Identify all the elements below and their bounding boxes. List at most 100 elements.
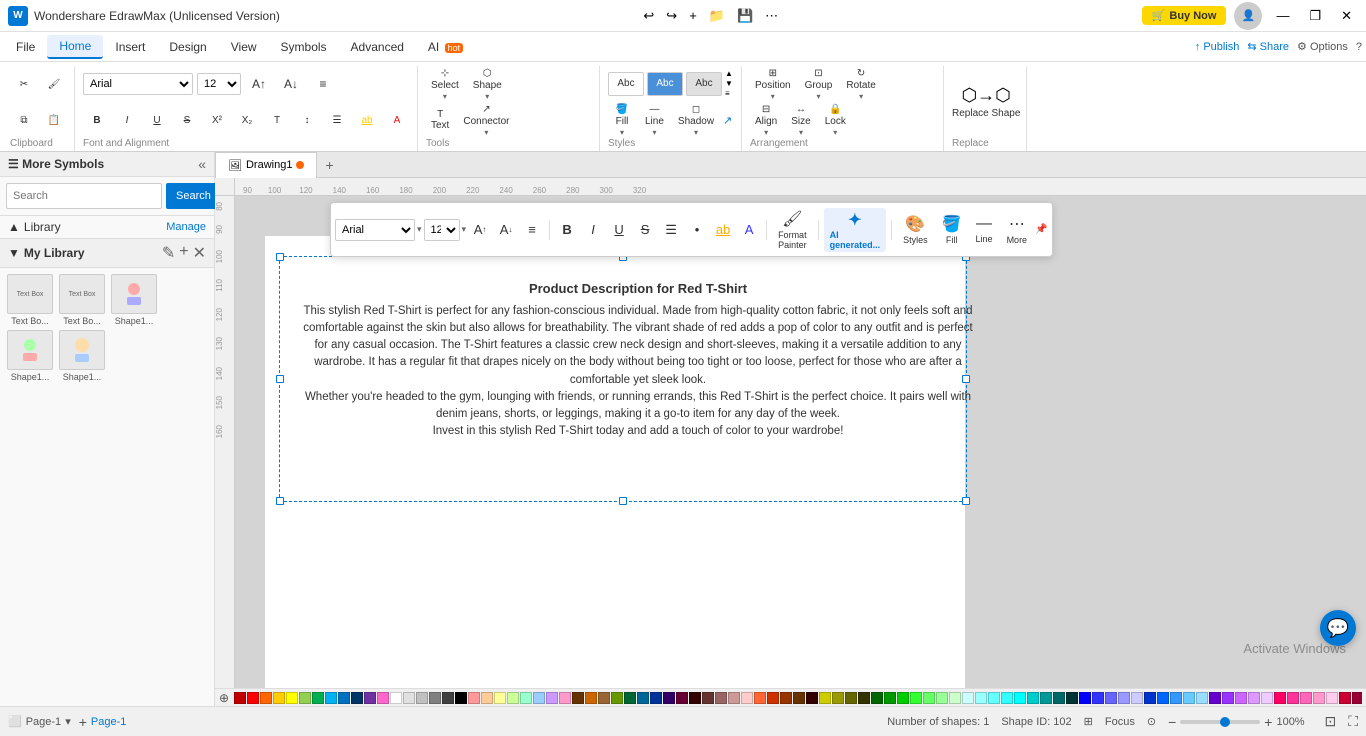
color-swatch[interactable] (1001, 692, 1013, 704)
color-swatch[interactable] (481, 692, 493, 704)
text-box-content[interactable]: Product Description for Red T-Shirt This… (294, 275, 982, 505)
color-swatch[interactable] (247, 692, 259, 704)
italic-btn[interactable]: I (113, 106, 141, 134)
color-swatch[interactable] (1235, 692, 1247, 704)
color-swatch[interactable] (364, 692, 376, 704)
color-swatch[interactable] (1066, 692, 1078, 704)
color-swatch[interactable] (351, 692, 363, 704)
sidebar-collapse-btn[interactable]: « (198, 156, 206, 172)
zoom-out-btn[interactable]: − (1168, 714, 1176, 730)
my-library-expand-icon[interactable]: ▼ (8, 246, 20, 260)
color-swatch[interactable] (962, 692, 974, 704)
close-btn[interactable]: ✕ (1335, 6, 1358, 26)
align-btn2[interactable]: ⊟Align▾ (750, 106, 782, 134)
color-swatch[interactable] (299, 692, 311, 704)
color-swatch[interactable] (650, 692, 662, 704)
fit-page-btn[interactable]: ⊡ (1324, 713, 1336, 730)
ft-italic-btn[interactable]: I (581, 218, 605, 242)
color-swatch[interactable] (702, 692, 714, 704)
color-swatch[interactable] (754, 692, 766, 704)
ft-font-select[interactable]: Arial (335, 219, 415, 241)
superscript-btn[interactable]: X² (203, 106, 231, 134)
zoom-slider[interactable] (1180, 720, 1260, 724)
color-swatch[interactable] (806, 692, 818, 704)
ft-bold-btn[interactable]: B (555, 218, 579, 242)
color-swatch[interactable] (1287, 692, 1299, 704)
color-swatch[interactable] (1209, 692, 1221, 704)
fullscreen-btn[interactable]: ⛶ (1348, 713, 1358, 730)
menu-insert[interactable]: Insert (103, 36, 157, 58)
group-btn[interactable]: ⊡Group▾ (800, 70, 838, 98)
color-swatch[interactable] (637, 692, 649, 704)
color-swatch[interactable] (910, 692, 922, 704)
save-btn[interactable]: 💾 (733, 6, 757, 26)
color-swatch[interactable] (1144, 692, 1156, 704)
ft-highlight-btn[interactable]: ab (711, 218, 735, 242)
fill-btn[interactable]: 🪣Fill▾ (608, 107, 636, 135)
color-swatch[interactable] (949, 692, 961, 704)
add-page-btn[interactable]: + (79, 714, 87, 730)
ft-fill-btn[interactable]: 🪣 Fill (936, 212, 968, 247)
color-swatch[interactable] (728, 692, 740, 704)
color-swatch[interactable] (390, 692, 402, 704)
zoom-in-btn[interactable]: + (1264, 714, 1272, 730)
line-btn[interactable]: —Line▾ (640, 107, 669, 135)
menu-home[interactable]: Home (47, 35, 103, 59)
canvas-area[interactable]: 90 100 120 140 160 180 200 220 240 260 2… (215, 178, 1366, 706)
tab-drawing1[interactable]: 🖼 Drawing1 (215, 152, 317, 178)
color-swatch[interactable] (793, 692, 805, 704)
color-swatch[interactable] (663, 692, 675, 704)
color-swatch[interactable] (611, 692, 623, 704)
color-swatch[interactable] (741, 692, 753, 704)
color-swatch[interactable] (988, 692, 1000, 704)
ft-styles-btn[interactable]: 🎨 Styles (897, 212, 934, 247)
color-swatch[interactable] (1053, 692, 1065, 704)
ft-ai-btn[interactable]: ✦ AI generated... (824, 208, 887, 252)
resize-handle-tl[interactable] (276, 253, 284, 261)
color-swatch[interactable] (1274, 692, 1286, 704)
color-swatch[interactable] (767, 692, 779, 704)
color-picker-btn[interactable]: ⊕ (219, 691, 229, 705)
styles-up[interactable]: ▲ (725, 69, 733, 78)
style-preview-1[interactable]: Abc (608, 72, 644, 96)
list-item[interactable]: Shape1... (110, 274, 158, 326)
text-style-btn[interactable]: T (263, 106, 291, 134)
ft-decrease-font-btn[interactable]: A↓ (494, 218, 518, 242)
help-btn[interactable]: ? (1356, 41, 1362, 53)
new-btn[interactable]: + (685, 6, 701, 25)
chatbot-bubble[interactable]: 💬 (1320, 610, 1356, 646)
list-item[interactable]: Text Box Text Bo... (6, 274, 54, 326)
style-preview-3[interactable]: Abc (686, 72, 722, 96)
ft-line-btn[interactable]: — Line (970, 213, 999, 246)
color-swatch[interactable] (936, 692, 948, 704)
selected-text-box[interactable]: Arial ▾ 12 ▾ A↑ A↓ ≡ B I U S ☰ • (279, 256, 967, 502)
shape-btn[interactable]: ⬡Shape▾ (468, 70, 507, 98)
increase-font-btn[interactable]: A↑ (245, 70, 273, 98)
ft-more-btn[interactable]: ⋯ More (1001, 212, 1034, 247)
focus-label[interactable]: Focus (1105, 716, 1135, 728)
color-swatch[interactable] (559, 692, 571, 704)
ft-increase-font-btn[interactable]: A↑ (468, 218, 492, 242)
color-swatch[interactable] (1352, 692, 1362, 704)
ft-font-color-btn[interactable]: A (737, 218, 761, 242)
color-swatch[interactable] (494, 692, 506, 704)
redo-btn[interactable]: ↪ (662, 6, 681, 26)
styles-more[interactable]: ≡ (725, 89, 733, 98)
color-swatch[interactable] (1170, 692, 1182, 704)
page-dropdown-arrow[interactable]: ▾ (65, 715, 71, 728)
rotate-btn[interactable]: ↻Rotate▾ (841, 70, 880, 98)
color-swatch[interactable] (338, 692, 350, 704)
open-btn[interactable]: 📁 (705, 6, 729, 26)
color-swatch[interactable] (897, 692, 909, 704)
ft-format-painter-btn[interactable]: 🖌 Format Painter (772, 207, 813, 252)
color-swatch[interactable] (1248, 692, 1260, 704)
my-library-add-btn[interactable]: + (179, 243, 188, 263)
font-family-select[interactable]: Arial (83, 73, 193, 95)
add-tab-btn[interactable]: + (317, 153, 341, 177)
color-swatch[interactable] (689, 692, 701, 704)
underline-btn[interactable]: U (143, 106, 171, 134)
color-swatch[interactable] (1326, 692, 1338, 704)
ft-underline-btn[interactable]: U (607, 218, 631, 242)
menu-design[interactable]: Design (157, 36, 218, 58)
position-btn[interactable]: ⊞Position▾ (750, 70, 796, 98)
